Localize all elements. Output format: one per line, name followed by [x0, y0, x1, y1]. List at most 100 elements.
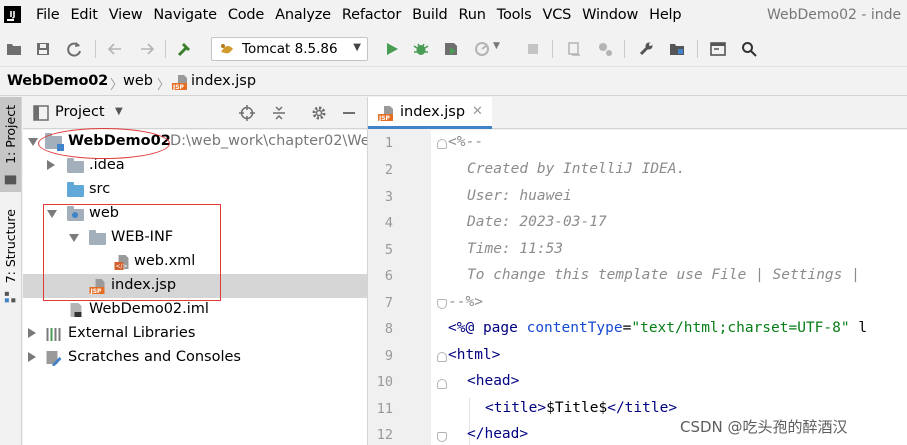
chevron-right-icon[interactable]: [28, 352, 36, 362]
collapse-all-icon[interactable]: [271, 105, 287, 121]
fold-marker-icon[interactable]: [437, 379, 447, 389]
web-folder-icon: [67, 206, 84, 221]
debug-icon[interactable]: [413, 41, 429, 57]
terminal-icon[interactable]: [710, 41, 726, 57]
minimize-icon[interactable]: [341, 105, 357, 121]
run-configuration-select[interactable]: Tomcat 8.5.86 ▼: [211, 37, 368, 61]
tree-item-label: WEB-INF: [111, 229, 174, 245]
tomcat-icon: [221, 44, 233, 54]
line-number: 9: [384, 348, 393, 364]
gear-icon[interactable]: [311, 105, 327, 121]
chevron-down-icon[interactable]: [69, 234, 79, 242]
structure-tool-label: 7: Structure: [3, 209, 18, 284]
tool-window-stripe: 1: Project 7: Structure: [0, 97, 22, 445]
svg-text:JSP: JSP: [90, 288, 103, 294]
code-line-10: <head>: [467, 373, 520, 389]
menu-window[interactable]: Window: [582, 7, 638, 23]
jsp-directive-value: "text/html;charset=UTF-8": [631, 320, 850, 336]
tree-item-index-jsp[interactable]: JSP index.jsp: [23, 274, 367, 298]
title-placeholder: $Title$: [546, 400, 608, 416]
tree-item-external-libraries[interactable]: External Libraries: [23, 322, 367, 346]
line-number: 5: [384, 242, 393, 258]
structure-icon: [4, 291, 16, 303]
tree-item-src[interactable]: src: [23, 178, 367, 202]
back-icon[interactable]: [107, 41, 123, 57]
chevron-down-icon[interactable]: [47, 210, 57, 218]
project-view-icon: [33, 105, 49, 121]
svg-text:JSP: JSP: [378, 115, 391, 121]
project-tool-button[interactable]: 1: Project: [0, 97, 21, 192]
locate-target-icon[interactable]: [239, 105, 255, 121]
profile-icon[interactable]: [474, 41, 490, 57]
code-line-5: Time: 11:53: [467, 241, 564, 257]
open-icon[interactable]: [6, 41, 22, 57]
project-structure-icon[interactable]: [669, 41, 685, 57]
run-icon[interactable]: [384, 41, 400, 57]
menu-file[interactable]: File: [36, 7, 60, 23]
attach-debugger-icon[interactable]: [566, 41, 582, 57]
menu-refactor[interactable]: Refactor: [342, 7, 401, 23]
coverage-icon[interactable]: [443, 41, 459, 57]
sync-icon[interactable]: [66, 41, 82, 57]
chevron-down-icon[interactable]: [28, 138, 38, 146]
line-number: 8: [384, 321, 393, 337]
chevron-right-icon[interactable]: [28, 328, 36, 338]
tree-item-web-xml[interactable]: </> web.xml: [23, 250, 367, 274]
menu-vcs[interactable]: VCS: [542, 7, 571, 23]
watermark: CSDN @吃头孢的醉酒汉: [680, 418, 848, 436]
build-hammer-icon[interactable]: [177, 41, 193, 57]
breadcrumb-folder[interactable]: web: [123, 73, 153, 89]
tree-item-scratches[interactable]: Scratches and Consoles: [23, 346, 367, 370]
settings-wrench-icon[interactable]: [638, 41, 654, 57]
menu-analyze[interactable]: Analyze: [275, 7, 331, 23]
code-line-7: --%>: [448, 294, 483, 310]
project-panel-header: Project ▼: [23, 97, 367, 129]
vcs-icon[interactable]: [597, 41, 613, 57]
tree-item-web[interactable]: web: [23, 202, 367, 226]
jsp-directive-open: <%@: [448, 320, 475, 336]
fold-marker-icon[interactable]: [437, 352, 447, 362]
search-icon[interactable]: [741, 41, 757, 57]
tree-item-webdemo02[interactable]: WebDemo02 D:\web_work\chapter02\We: [23, 130, 367, 154]
fold-marker-icon[interactable]: [437, 139, 447, 149]
fold-marker-icon[interactable]: [437, 299, 447, 309]
breadcrumb-file[interactable]: index.jsp: [191, 73, 256, 89]
project-panel-title[interactable]: Project: [55, 104, 105, 120]
save-icon[interactable]: [35, 41, 51, 57]
menu-help[interactable]: Help: [649, 7, 681, 23]
code-line-11: <title>$Title$</title>: [485, 400, 677, 416]
project-tool-label: 1: Project: [3, 105, 18, 164]
forward-icon[interactable]: [139, 41, 155, 57]
tree-item-label: External Libraries: [68, 325, 196, 341]
tree-item-path: D:\web_work\chapter02\We: [170, 133, 367, 149]
stop-icon[interactable]: [525, 41, 541, 57]
svg-text:</>: </>: [116, 263, 128, 270]
menu-edit[interactable]: Edit: [70, 7, 97, 23]
chevron-down-icon: ▼: [353, 42, 361, 53]
code-editor[interactable]: <%-- Created by IntelliJ IDEA. User: hua…: [431, 130, 907, 445]
menu-navigate[interactable]: Navigate: [153, 7, 217, 23]
menu-code[interactable]: Code: [228, 7, 265, 23]
tree-item-label: WebDemo02.iml: [89, 301, 209, 317]
fold-marker-icon[interactable]: [437, 432, 447, 442]
tree-item-webdemo02-iml[interactable]: WebDemo02.iml: [23, 298, 367, 322]
breadcrumb-project[interactable]: WebDemo02: [7, 73, 108, 89]
profile-dropdown-icon[interactable]: ▼: [493, 41, 500, 51]
chevron-right-icon[interactable]: [47, 160, 55, 170]
menu-run[interactable]: Run: [459, 7, 486, 23]
line-number: 3: [384, 189, 393, 205]
tab-index-jsp[interactable]: JSP index.jsp ✕: [368, 97, 492, 129]
menu-build[interactable]: Build: [412, 7, 448, 23]
menu-view[interactable]: View: [109, 7, 143, 23]
structure-tool-button[interactable]: 7: Structure: [0, 205, 21, 305]
folder-icon: [67, 158, 84, 173]
menu-tools[interactable]: Tools: [497, 7, 532, 23]
tree-item-idea[interactable]: .idea: [23, 154, 367, 178]
xml-file-icon: </>: [114, 255, 129, 270]
close-icon[interactable]: ✕: [472, 104, 483, 119]
chevron-down-icon[interactable]: ▼: [115, 106, 123, 117]
code-line-12: </head>: [467, 426, 529, 442]
line-number: 4: [384, 215, 393, 231]
tree-item-label: .idea: [89, 157, 125, 173]
tree-item-web-inf[interactable]: WEB-INF: [23, 226, 367, 250]
